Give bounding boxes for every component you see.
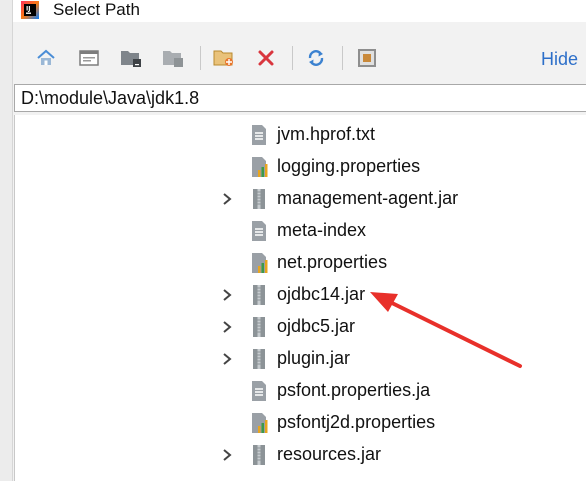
file-name: resources.jar bbox=[277, 444, 382, 464]
delete-icon bbox=[258, 50, 274, 66]
file-tree[interactable]: jvm.hprof.txt logging.properties managemen… bbox=[14, 115, 586, 481]
file-name: net.properties bbox=[277, 252, 388, 272]
tree-row[interactable]: resources.jar bbox=[15, 439, 586, 471]
title-bar: IJ Select Path bbox=[13, 0, 586, 22]
properties-file-icon bbox=[252, 157, 268, 177]
tree-row[interactable]: logging.properties bbox=[15, 151, 586, 183]
file-name: ojdbc5.jar bbox=[277, 316, 356, 336]
desktop-icon bbox=[79, 50, 99, 66]
tree-row[interactable]: ojdbc14.jar bbox=[15, 279, 586, 311]
intellij-app-icon: IJ bbox=[21, 1, 39, 19]
properties-file-icon bbox=[252, 253, 268, 273]
svg-text:IJ: IJ bbox=[26, 6, 30, 13]
jar-file-icon bbox=[253, 285, 265, 305]
show-hidden-button[interactable] bbox=[353, 44, 381, 72]
toolbar-separator bbox=[200, 46, 201, 70]
window-title: Select Path bbox=[53, 0, 140, 19]
home-button[interactable] bbox=[32, 44, 60, 72]
path-input[interactable] bbox=[15, 85, 586, 111]
file-name: psfont.properties.ja bbox=[277, 380, 431, 400]
new-folder-icon bbox=[213, 50, 233, 66]
text-file-icon bbox=[252, 381, 266, 401]
tree-row[interactable]: management-agent.jar bbox=[15, 183, 586, 215]
file-name: jvm.hprof.txt bbox=[277, 124, 376, 144]
chevron-right-icon[interactable] bbox=[219, 319, 235, 335]
toolbar-separator bbox=[342, 46, 343, 70]
toolbar-separator bbox=[292, 46, 293, 70]
chevron-right-icon[interactable] bbox=[219, 287, 235, 303]
file-name: management-agent.jar bbox=[277, 188, 459, 208]
jar-file-icon bbox=[253, 317, 265, 337]
tree-row[interactable]: net.properties bbox=[15, 247, 586, 279]
refresh-button[interactable] bbox=[302, 44, 330, 72]
file-name: ojdbc14.jar bbox=[277, 284, 366, 304]
home-icon bbox=[37, 49, 55, 65]
text-file-icon bbox=[252, 125, 266, 145]
show-hidden-icon bbox=[358, 49, 376, 67]
chevron-right-icon[interactable] bbox=[219, 351, 235, 367]
text-file-icon bbox=[252, 221, 266, 241]
file-name: plugin.jar bbox=[277, 348, 351, 368]
module-button[interactable] bbox=[159, 44, 187, 72]
toolbar: Hide bbox=[13, 36, 586, 80]
project-button[interactable] bbox=[117, 44, 145, 72]
project-folder-icon bbox=[121, 51, 141, 67]
jar-file-icon bbox=[253, 189, 265, 209]
chevron-right-icon[interactable] bbox=[219, 447, 235, 463]
jar-file-icon bbox=[253, 445, 265, 465]
delete-button[interactable] bbox=[252, 44, 280, 72]
tree-row[interactable]: psfontj2d.properties bbox=[15, 407, 586, 439]
tree-row[interactable]: plugin.jar bbox=[15, 343, 586, 375]
tree-row[interactable]: ojdbc5.jar bbox=[15, 311, 586, 343]
path-input-box bbox=[14, 84, 586, 112]
jar-file-icon bbox=[253, 349, 265, 369]
file-name: logging.properties bbox=[277, 156, 421, 176]
tree-row[interactable]: jvm.hprof.txt bbox=[15, 119, 586, 151]
chevron-right-icon[interactable] bbox=[219, 191, 235, 207]
file-name: meta-index bbox=[277, 220, 367, 240]
background-window-edge bbox=[0, 0, 13, 481]
new-folder-button[interactable] bbox=[210, 44, 238, 72]
refresh-icon bbox=[308, 50, 324, 66]
desktop-button[interactable] bbox=[75, 44, 103, 72]
hide-path-link[interactable]: Hide bbox=[541, 49, 578, 70]
tree-row[interactable]: psfont.properties.ja bbox=[15, 375, 586, 407]
tree-row[interactable]: meta-index bbox=[15, 215, 586, 247]
module-folder-icon bbox=[163, 51, 183, 67]
properties-file-icon bbox=[252, 413, 268, 433]
file-name: psfontj2d.properties bbox=[277, 412, 436, 432]
